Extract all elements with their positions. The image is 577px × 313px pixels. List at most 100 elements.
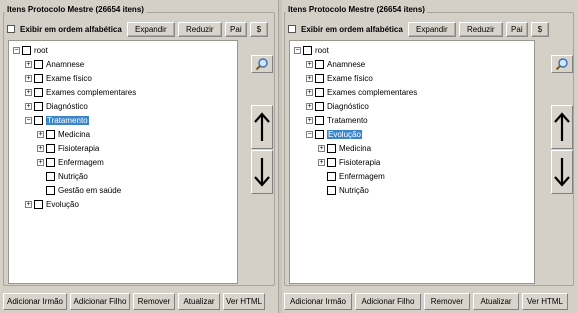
add-child-button[interactable]: Adicionar Filho [355,293,421,310]
tree-node[interactable]: + Evolução [25,198,79,210]
remove-button[interactable]: Remover [424,293,470,310]
tree-checkbox[interactable] [315,73,324,83]
expand-icon[interactable]: + [306,60,313,68]
tree-node[interactable]: Nutrição [37,170,88,182]
reduce-button[interactable]: Reduzir [177,21,222,37]
tree-node-root[interactable]: − root [294,44,329,56]
reduce-button[interactable]: Reduzir [458,21,503,37]
tree-node[interactable]: + Exames complementares [306,86,417,98]
remove-button[interactable]: Remover [133,293,175,310]
expand-icon[interactable]: + [306,74,313,82]
tree-checkbox[interactable] [327,185,336,195]
move-up-button[interactable] [251,105,273,149]
tree-node[interactable]: − Tratamento [25,114,89,126]
update-button[interactable]: Atualizar [178,293,220,310]
tree-node[interactable]: Gestão em saúde [37,184,121,196]
tree-node[interactable]: + Anamnese [306,58,365,70]
alphabetical-label: Exibir em ordem alfabética [301,24,403,34]
tree-checkbox[interactable] [327,171,336,181]
tree-label-selected: Tratamento [46,115,89,125]
tree-node-root[interactable]: − root [13,44,48,56]
expand-icon[interactable]: + [25,60,32,68]
add-sibling-button[interactable]: Adicionar Irmão [3,293,67,310]
tree-view[interactable]: − root + Anamnese + Exame físico + Exame… [8,40,238,284]
move-down-button[interactable] [551,150,573,194]
tree-node[interactable]: + Medicina [37,128,90,140]
add-child-button[interactable]: Adicionar Filho [70,293,130,310]
view-html-button[interactable]: Ver HTML [522,293,568,310]
dollar-button[interactable]: $ [530,21,549,37]
tree-node[interactable]: + Fisioterapia [318,156,380,168]
tree-node[interactable]: + Tratamento [306,114,368,126]
tree-label: Exames complementares [327,87,418,97]
tree-checkbox[interactable] [34,87,43,97]
collapse-icon[interactable]: − [25,116,32,124]
update-button[interactable]: Atualizar [473,293,519,310]
tree-node[interactable]: + Diagnóstico [306,100,369,112]
tree-node[interactable]: + Exames complementares [25,86,136,98]
expand-icon[interactable]: + [25,88,32,96]
collapse-icon[interactable]: − [294,46,301,54]
tree-node[interactable]: + Fisioterapia [37,142,99,154]
search-button[interactable] [251,55,273,73]
collapse-icon[interactable]: − [13,46,20,54]
move-down-button[interactable] [251,150,273,194]
tree-label: Anamnese [46,59,85,69]
tree-checkbox[interactable] [315,87,324,97]
collapse-icon[interactable]: − [306,130,313,138]
tree-checkbox[interactable] [327,143,336,153]
expand-icon[interactable]: + [306,116,313,124]
expand-icon[interactable]: + [37,144,44,152]
dollar-button[interactable]: $ [249,21,268,37]
expand-icon[interactable]: + [318,158,325,166]
tree-checkbox[interactable] [315,129,324,139]
expand-button[interactable]: Expandir [126,21,175,37]
view-html-button[interactable]: Ver HTML [223,293,265,310]
expand-icon[interactable]: + [37,158,44,166]
tree-checkbox[interactable] [46,171,55,181]
tree-node[interactable]: − Evolução [306,128,362,140]
tree-label: Exames complementares [46,87,137,97]
tree-checkbox[interactable] [315,59,324,69]
tree-checkbox[interactable] [315,115,324,125]
add-sibling-button[interactable]: Adicionar Irmão [284,293,352,310]
tree-node[interactable]: + Enfermagem [37,156,104,168]
move-up-button[interactable] [551,105,573,149]
parent-button[interactable]: Pai [224,21,247,37]
tree-checkbox[interactable] [327,157,336,167]
expand-button[interactable]: Expandir [407,21,456,37]
tree-view[interactable]: − root + Anamnese + Exame físico + Exame… [289,40,535,284]
tree-checkbox[interactable] [46,185,55,195]
expand-icon[interactable]: + [25,74,32,82]
alphabetical-checkbox[interactable] [7,25,15,33]
parent-button[interactable]: Pai [505,21,528,37]
tree-checkbox[interactable] [315,101,324,111]
tree-checkbox[interactable] [46,143,55,153]
tree-checkbox[interactable] [34,101,43,111]
expand-icon[interactable]: + [25,102,32,110]
expand-icon[interactable]: + [37,130,44,138]
tree-node[interactable]: Enfermagem [318,170,385,182]
tree-node[interactable]: + Diagnóstico [25,100,88,112]
tree-checkbox[interactable] [34,115,43,125]
tree-node[interactable]: + Medicina [318,142,371,154]
tree-checkbox[interactable] [303,45,312,55]
expand-icon[interactable]: + [25,200,32,208]
tree-label: Nutrição [58,171,88,181]
tree-checkbox[interactable] [34,73,43,83]
alphabetical-checkbox[interactable] [288,25,296,33]
search-button[interactable] [551,55,573,73]
tree-checkbox[interactable] [46,157,55,167]
tree-checkbox[interactable] [22,45,31,55]
tree-node[interactable]: + Exame físico [25,72,92,84]
tree-checkbox[interactable] [46,129,55,139]
tree-label: Diagnóstico [46,101,88,111]
expand-icon[interactable]: + [306,88,313,96]
tree-node[interactable]: + Exame físico [306,72,373,84]
tree-checkbox[interactable] [34,199,43,209]
tree-node[interactable]: + Anamnese [25,58,84,70]
expand-icon[interactable]: + [306,102,313,110]
tree-node[interactable]: Nutrição [318,184,369,196]
tree-checkbox[interactable] [34,59,43,69]
expand-icon[interactable]: + [318,144,325,152]
